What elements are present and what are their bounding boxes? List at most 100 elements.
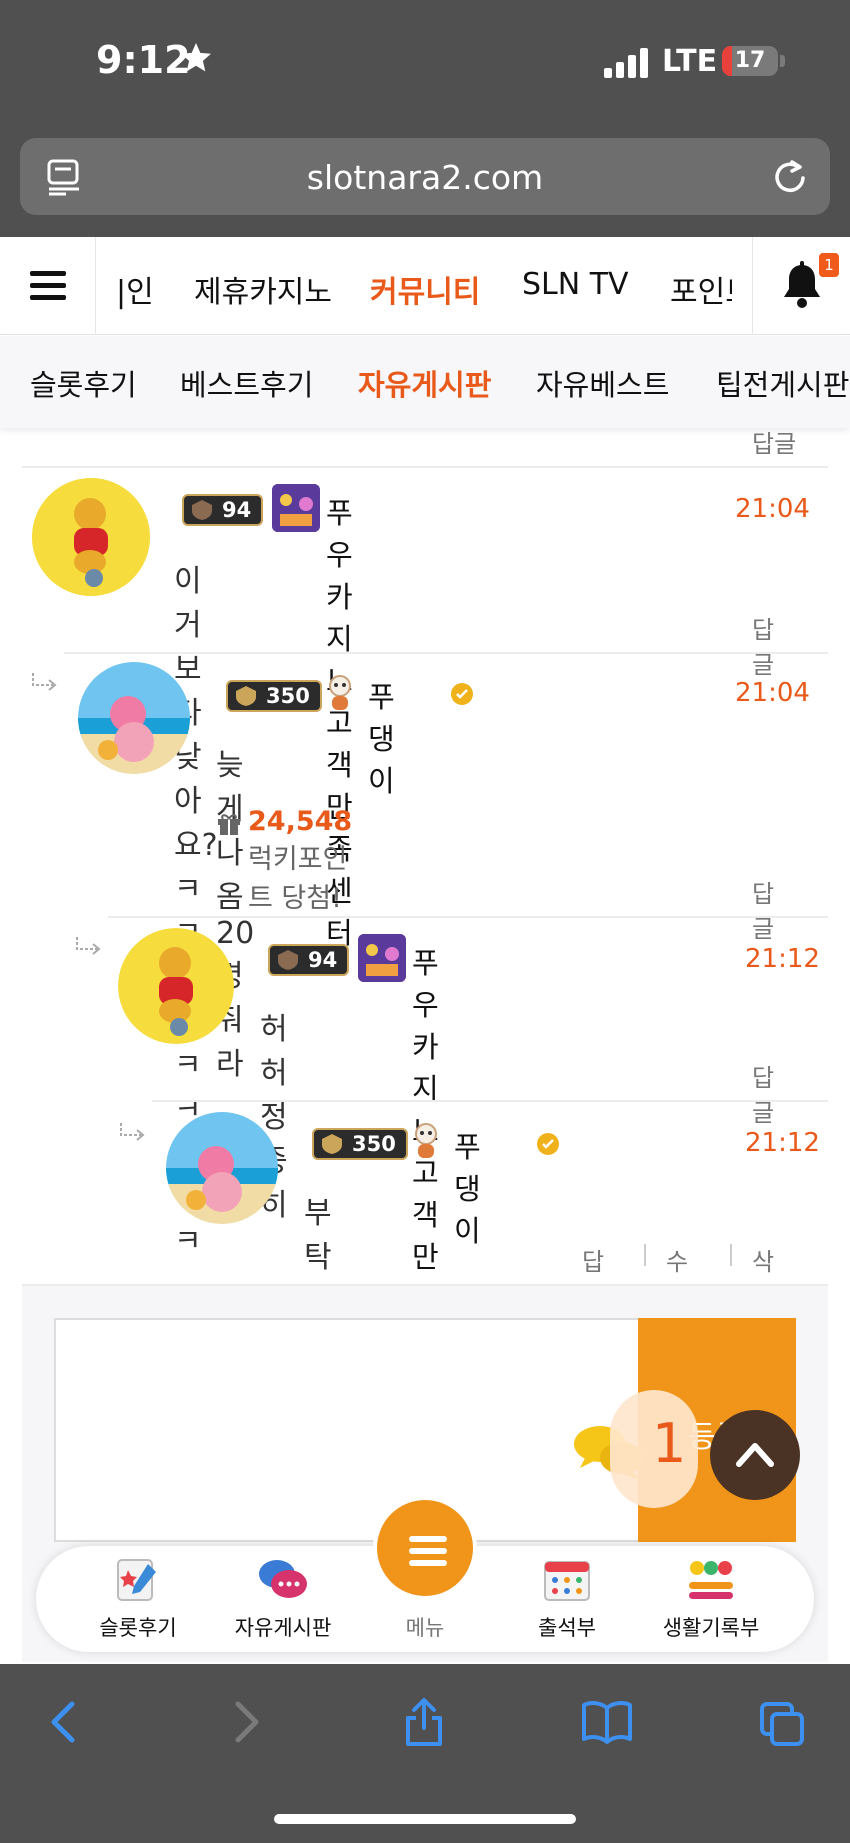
lucky-point-prize: 24,548 럭키포인트 당첨! xyxy=(248,806,352,915)
casino-mini-image xyxy=(358,934,406,982)
reply-arrow-icon xyxy=(120,1123,145,1141)
address-bar[interactable]: slotnara2.com xyxy=(20,138,830,215)
beach-avatar-image xyxy=(78,662,190,774)
comment-time: 21:04 xyxy=(735,678,810,708)
star-icon xyxy=(181,43,211,72)
sub-nav: 슬롯후기 베스트후기 자유게시판 자유베스트 팁전게시판 xyxy=(0,336,850,428)
home-indicator xyxy=(274,1814,576,1824)
center-menu-button[interactable] xyxy=(373,1496,477,1600)
nav-item-point[interactable]: 포인트 xyxy=(670,267,732,311)
prize-text: 럭키포인트 당첨! xyxy=(248,844,348,914)
level-shield-icon xyxy=(192,500,212,520)
level-badge: 350 xyxy=(226,680,322,712)
calendar-icon xyxy=(544,1561,590,1601)
bell-icon[interactable] xyxy=(781,261,823,309)
reply-arrow-icon xyxy=(76,937,101,955)
scroll-top-button[interactable] xyxy=(710,1410,800,1500)
back-icon[interactable] xyxy=(40,1696,88,1748)
level-badge: 94 xyxy=(268,944,350,976)
level-number: 94 xyxy=(222,498,252,522)
quick-menu-label: 생활기록부 xyxy=(662,1616,760,1640)
share-icon[interactable] xyxy=(400,1696,448,1748)
battery-icon: 17 xyxy=(722,46,778,76)
level-badge: 350 xyxy=(312,1128,408,1160)
casino-mini-image xyxy=(272,484,320,532)
reply-button[interactable]: 답글 xyxy=(752,1058,774,1128)
center-menu-label[interactable]: 메뉴 xyxy=(373,1612,477,1642)
level-shield-icon xyxy=(278,950,298,970)
reply-button[interactable]: 답글 xyxy=(752,424,796,459)
action-separator xyxy=(644,1244,646,1266)
avatar[interactable] xyxy=(32,478,150,596)
quick-menu-slot-review[interactable]: 슬롯후기 xyxy=(68,1554,208,1642)
quick-menu-label: 슬롯후기 xyxy=(99,1616,177,1640)
status-time: 9:12 xyxy=(96,38,191,82)
quick-menu-label: 자유게시판 xyxy=(234,1616,332,1640)
level-shield-icon xyxy=(236,686,256,706)
bookmarks-icon[interactable] xyxy=(580,1696,634,1748)
avatar[interactable] xyxy=(166,1112,278,1224)
comment-time: 21:04 xyxy=(735,494,810,524)
level-number: 350 xyxy=(352,1132,396,1156)
nav-item-community[interactable]: 커뮤니티 xyxy=(370,267,480,311)
tabs-icon[interactable] xyxy=(758,1696,806,1748)
pooh-avatar-image xyxy=(32,478,150,596)
url-text[interactable]: slotnara2.com xyxy=(20,158,830,197)
nav-items: |인 제휴카지노 커뮤니티 SLN TV 포인트 xyxy=(96,237,732,335)
reply-button[interactable]: 답글 xyxy=(752,874,774,944)
action-separator xyxy=(730,1244,732,1266)
gift-icon xyxy=(218,814,240,835)
quick-menu-label: 출석부 xyxy=(538,1616,596,1640)
nickname[interactable]: 푸댕이 xyxy=(454,1124,481,1250)
signal-icon xyxy=(604,48,648,78)
character-icon xyxy=(329,675,351,710)
level-number: 350 xyxy=(266,684,310,708)
reload-icon[interactable] xyxy=(772,156,810,196)
forward-icon[interactable] xyxy=(222,1696,270,1748)
quick-menu-free-board[interactable]: 자유게시판 xyxy=(213,1554,353,1642)
nav-item-partner-casino[interactable]: 제휴카지노 xyxy=(194,267,332,311)
battery-level: 17 xyxy=(734,48,766,73)
main-nav: |인 제휴카지노 커뮤니티 SLN TV 포인트 1 xyxy=(0,237,850,335)
comment-divider xyxy=(152,1100,828,1102)
sub-item-best-review[interactable]: 베스트후기 xyxy=(180,362,313,404)
nickname[interactable]: 푸댕이 xyxy=(368,674,395,800)
quick-menu-life-record[interactable]: 생활기록부 xyxy=(641,1554,781,1642)
verified-icon xyxy=(451,683,473,705)
browser-chrome-top: 9:12 LTE 17 slotnara2.com xyxy=(0,0,850,237)
reply-button[interactable]: 답글 xyxy=(752,610,774,680)
network-label: LTE xyxy=(662,44,718,79)
nav-item-sln-tv[interactable]: SLN TV xyxy=(522,267,629,302)
comment-count: 1 xyxy=(652,1412,687,1475)
avatar[interactable] xyxy=(118,928,234,1044)
sub-item-free-board[interactable]: 자유게시판 xyxy=(358,362,491,404)
avatar[interactable] xyxy=(78,662,190,774)
notification-button[interactable]: 1 xyxy=(752,237,850,335)
pooh-avatar-image xyxy=(118,928,234,1044)
comment-divider xyxy=(22,466,828,468)
verified-icon xyxy=(537,1133,559,1155)
level-badge: 94 xyxy=(182,494,264,526)
reply-arrow-icon xyxy=(32,673,57,691)
comment-divider xyxy=(108,916,828,918)
quick-menu-attendance[interactable]: 출석부 xyxy=(497,1554,637,1642)
sub-item-free-best[interactable]: 자유베스트 xyxy=(536,362,669,404)
comment-divider xyxy=(64,652,828,654)
review-note-icon xyxy=(117,1559,156,1601)
character-icon xyxy=(415,1123,437,1158)
level-number: 94 xyxy=(308,948,338,972)
comment-time: 21:12 xyxy=(745,1128,820,1158)
battery-tip xyxy=(780,55,785,67)
chevron-up-icon[interactable] xyxy=(735,1438,775,1470)
comment-time: 21:12 xyxy=(745,944,820,974)
sub-item-tip-board[interactable]: 팁전게시판 xyxy=(716,362,849,404)
notification-badge: 1 xyxy=(819,253,839,277)
nav-item-login[interactable]: |인 xyxy=(116,267,154,311)
level-shield-icon xyxy=(322,1134,342,1154)
prize-value: 24,548 xyxy=(248,806,353,837)
beach-avatar-image xyxy=(166,1112,278,1224)
sub-item-slot-review[interactable]: 슬롯후기 xyxy=(30,362,137,404)
emoji-record-icon xyxy=(689,1561,733,1599)
hamburger-menu-button[interactable] xyxy=(0,237,96,335)
speech-bubbles-icon xyxy=(259,1560,307,1598)
